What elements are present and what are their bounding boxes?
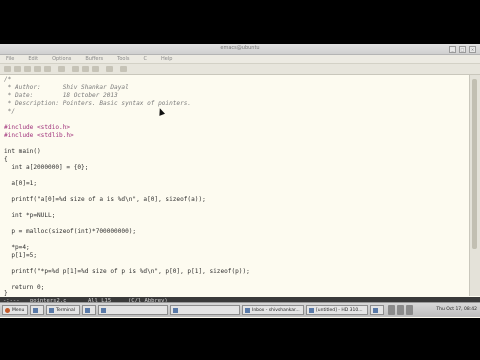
start-menu-button[interactable]: Menu — [2, 305, 28, 315]
window-icon — [373, 308, 378, 313]
menu-help[interactable]: Help — [161, 55, 172, 63]
code-line: printf("a[0]=%d size of a is %d\n", a[0]… — [4, 196, 206, 203]
paste-icon[interactable] — [92, 66, 99, 72]
menu-icon — [5, 308, 10, 313]
letterbox-top — [0, 0, 480, 44]
taskbar: Menu Terminal Inbox - shivshankar... [un… — [0, 302, 480, 317]
terminal-icon — [49, 308, 54, 313]
open-dir-icon[interactable] — [24, 66, 31, 72]
emacs-window: emacs@ubuntu _ □ × File Edit Options Buf… — [0, 44, 480, 318]
menubar: File Edit Options Buffers Tools C Help — [0, 55, 480, 64]
power-icon[interactable] — [406, 305, 413, 315]
taskbar-item[interactable] — [30, 305, 44, 315]
taskbar-item[interactable] — [370, 305, 384, 315]
taskbar-item-inbox[interactable]: Inbox - shivshankar... — [242, 305, 304, 315]
mail-icon — [245, 308, 250, 313]
code-line: a[0]=1; — [4, 180, 38, 187]
copy-icon[interactable] — [82, 66, 89, 72]
window-controls: _ □ × — [449, 46, 476, 53]
code-line: p = malloc(sizeof(int)*700000000); — [4, 228, 137, 235]
file-manager-icon — [33, 308, 38, 313]
start-menu-label: Menu — [12, 308, 25, 313]
code-line: int *p=NULL; — [4, 212, 56, 219]
taskbar-item[interactable] — [98, 305, 168, 315]
close-icon[interactable]: × — [469, 46, 476, 53]
clock[interactable]: Thu Oct 17, 08:42 — [436, 305, 477, 315]
taskbar-item[interactable] — [170, 305, 240, 315]
maximize-icon[interactable]: □ — [459, 46, 466, 53]
search-icon[interactable] — [106, 66, 113, 72]
menu-c[interactable]: C — [143, 55, 147, 63]
taskbar-item-label: Terminal — [56, 308, 76, 313]
code-editor[interactable]: /* * Author: Shiv Shankar Dayal * Date: … — [0, 75, 470, 297]
cut-icon[interactable] — [72, 66, 79, 72]
code-line: */ — [4, 108, 16, 115]
taskbar-item-label: Inbox - shivshankar... — [252, 308, 300, 313]
window-title: emacs@ubuntu — [220, 45, 260, 51]
menu-buffers[interactable]: Buffers — [85, 55, 103, 63]
scrollbar-thumb[interactable] — [472, 79, 477, 249]
window-icon — [173, 308, 178, 313]
save-icon[interactable] — [44, 66, 51, 72]
code-line: #include <stdlib.h> — [4, 132, 74, 139]
letterbox-bottom — [0, 318, 480, 360]
print-icon[interactable] — [120, 66, 127, 72]
code-line: * Description: Pointers. Basic syntax of… — [4, 100, 192, 107]
network-icon[interactable] — [388, 305, 395, 315]
menu-options[interactable]: Options — [52, 55, 71, 63]
undo-icon[interactable] — [58, 66, 65, 72]
code-line: int a[2000000] = {0}; — [4, 164, 89, 171]
menu-tools[interactable]: Tools — [117, 55, 129, 63]
open-file-icon[interactable] — [14, 66, 21, 72]
toolbar — [0, 64, 480, 75]
volume-icon[interactable] — [397, 305, 404, 315]
code-line: return 0; — [4, 284, 45, 291]
code-line: printf("*p=%d p[1]=%d size of p is %d\n"… — [4, 268, 250, 275]
emacs-icon — [85, 308, 90, 313]
close-buffer-icon[interactable] — [34, 66, 41, 72]
new-file-icon[interactable] — [4, 66, 11, 72]
taskbar-item-terminal[interactable]: Terminal — [46, 305, 80, 315]
window-titlebar[interactable]: emacs@ubuntu _ □ × — [0, 44, 480, 55]
minimize-icon[interactable]: _ — [449, 46, 456, 53]
vertical-scrollbar[interactable] — [469, 75, 480, 296]
taskbar-item-label: [untitled] - HD 310... — [316, 308, 363, 313]
code-line: int main() — [4, 148, 41, 155]
taskbar-item[interactable] — [82, 305, 96, 315]
recorder-icon — [309, 308, 314, 313]
browser-icon — [101, 308, 106, 313]
menu-file[interactable]: File — [6, 55, 14, 63]
menu-edit[interactable]: Edit — [28, 55, 38, 63]
code-line: p[1]=5; — [4, 252, 38, 259]
taskbar-item-recorder[interactable]: [untitled] - HD 310... — [306, 305, 368, 315]
